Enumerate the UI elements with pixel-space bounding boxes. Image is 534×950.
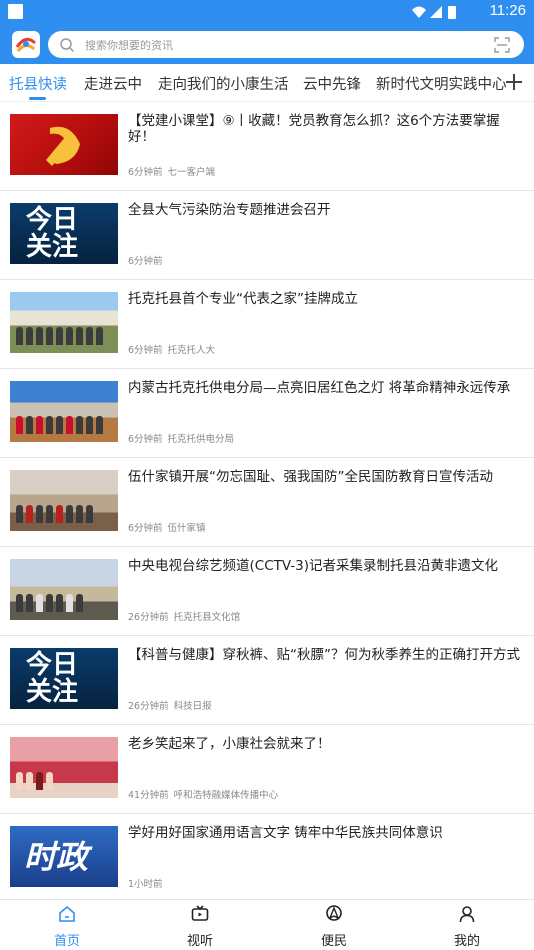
article-meta: 6分钟前 托克托供电分局 — [128, 431, 234, 445]
nav-home[interactable]: 首页 — [0, 900, 134, 950]
wifi-icon — [412, 6, 426, 18]
article-title: 老乡笑起来了，小康社会就来了！ — [128, 736, 331, 752]
thumbnail-text: 今日 关注 — [26, 650, 79, 707]
article-thumbnail — [10, 470, 118, 531]
article-meta: 6分钟前 伍什家镇 — [128, 520, 206, 534]
signal-icon — [430, 6, 442, 18]
location-icon — [326, 905, 342, 921]
news-list: 【党建小课堂】⑨丨收藏！党员教育怎么抓？这6个方法要掌握好！ 6分钟前 七一客户端… — [0, 102, 534, 903]
battery-icon — [448, 6, 456, 19]
article-thumbnail — [10, 559, 118, 620]
article-source: 托克托供电分局 — [167, 434, 235, 445]
article-thumbnail — [10, 292, 118, 353]
article-source: 呼和浩特融媒体传播中心 — [173, 790, 279, 801]
article-meta: 26分钟前 科技日报 — [128, 698, 212, 712]
article-time: 41分钟前 — [128, 790, 169, 801]
list-item[interactable]: 【党建小课堂】⑨丨收藏！党员教育怎么抓？这6个方法要掌握好！ 6分钟前 七一客户端 — [0, 102, 534, 191]
article-meta: 6分钟前 七一客户端 — [128, 164, 215, 178]
article-title: 【科普与健康】穿秋裤、贴“秋膘”？何为秋季养生的正确打开方式 — [128, 647, 520, 663]
search-bar[interactable]: 搜索你想要的资讯 — [48, 31, 524, 58]
list-item[interactable]: 伍什家镇开展“勿忘国耻、强我国防”全民国防教育日宣传活动 6分钟前 伍什家镇 — [0, 458, 534, 547]
list-item[interactable]: 今日 关注 【科普与健康】穿秋裤、贴“秋膘”？何为秋季养生的正确打开方式 26分钟… — [0, 636, 534, 725]
tab-zoujin-yunzhong[interactable]: 走进云中 — [84, 73, 142, 94]
article-meta: 6分钟前 — [128, 253, 163, 267]
nav-profile[interactable]: 我的 — [400, 900, 534, 950]
article-title: 中央电视台综艺频道(CCTV-3)记者采集录制托县沿黄非遗文化 — [128, 558, 499, 574]
search-icon — [60, 38, 75, 53]
article-source: 科技日报 — [173, 701, 212, 712]
article-title: 内蒙古托克托供电分局—点亮旧居红色之灯 将革命精神永远传承 — [128, 380, 511, 396]
nav-media[interactable]: 视听 — [133, 900, 267, 950]
article-source: 托克托人大 — [167, 345, 216, 356]
bottom-nav: 首页 视听 便民 我的 — [0, 899, 534, 950]
nav-services[interactable]: 便民 — [267, 900, 401, 950]
list-item[interactable]: 内蒙古托克托供电分局—点亮旧居红色之灯 将革命精神永远传承 6分钟前 托克托供电分… — [0, 369, 534, 458]
thumbnail-text: 今日 关注 — [26, 205, 79, 262]
list-item[interactable]: 老乡笑起来了，小康社会就来了！ 41分钟前 呼和浩特融媒体传播中心 — [0, 725, 534, 814]
status-time: 11:26 — [489, 2, 526, 19]
article-thumbnail — [10, 114, 118, 175]
article-thumbnail: 时政 — [10, 826, 118, 887]
article-meta: 6分钟前 托克托人大 — [128, 342, 215, 356]
article-thumbnail — [10, 737, 118, 798]
tab-wenming-shijian[interactable]: 新时代文明实践中心 — [376, 73, 507, 94]
article-title: 托克托县首个专业“代表之家”挂牌成立 — [128, 291, 358, 307]
article-thumbnail — [10, 381, 118, 442]
article-time: 6分钟前 — [128, 167, 163, 178]
article-source: 托克托县文化馆 — [173, 612, 241, 623]
top-bar: 搜索你想要的资讯 — [0, 24, 534, 64]
status-bar: 11:26 — [0, 0, 534, 24]
article-meta: 41分钟前 呼和浩特融媒体传播中心 — [128, 787, 278, 801]
article-title: 【党建小课堂】⑨丨收藏！党员教育怎么抓？这6个方法要掌握好！ — [128, 113, 500, 145]
user-icon — [459, 906, 475, 923]
nav-profile-label: 我的 — [453, 934, 480, 949]
list-item[interactable]: 今日 关注 全县大气污染防治专题推进会召开 6分钟前 — [0, 191, 534, 280]
article-time: 1小时前 — [128, 879, 163, 890]
channel-tabs: 托县快读 走进云中 走向我们的小康生活 云中先锋 新时代文明实践中心 — [0, 64, 534, 102]
tv-icon — [191, 905, 209, 921]
article-source: 伍什家镇 — [167, 523, 206, 534]
list-item[interactable]: 托克托县首个专业“代表之家”挂牌成立 6分钟前 托克托人大 — [0, 280, 534, 369]
article-meta: 1小时前 — [128, 876, 163, 890]
home-icon — [59, 905, 75, 922]
nav-home-label: 首页 — [53, 934, 80, 949]
tab-tuoxian-kuaidu[interactable]: 托县快读 — [9, 73, 67, 94]
article-title: 学好用好国家通用语言文字 铸牢中华民族共同体意识 — [128, 825, 443, 841]
scan-icon[interactable] — [494, 37, 510, 53]
list-item[interactable]: 时政 学好用好国家通用语言文字 铸牢中华民族共同体意识 1小时前 — [0, 814, 534, 903]
article-time: 6分钟前 — [128, 256, 163, 267]
article-time: 6分钟前 — [128, 345, 163, 356]
add-channel-icon[interactable] — [506, 74, 522, 90]
active-tab-indicator — [29, 97, 46, 100]
tab-xiaokang-shenghuo[interactable]: 走向我们的小康生活 — [158, 73, 289, 94]
article-time: 26分钟前 — [128, 612, 169, 623]
article-thumbnail: 今日 关注 — [10, 648, 118, 709]
article-title: 伍什家镇开展“勿忘国耻、强我国防”全民国防教育日宣传活动 — [128, 469, 493, 485]
article-source: 七一客户端 — [167, 167, 216, 178]
article-title: 全县大气污染防治专题推进会召开 — [128, 202, 331, 218]
article-thumbnail: 今日 关注 — [10, 203, 118, 264]
nav-services-label: 便民 — [320, 934, 347, 949]
tab-yunzhong-xianfeng[interactable]: 云中先锋 — [303, 73, 361, 94]
search-placeholder: 搜索你想要的资讯 — [85, 39, 173, 52]
thumbnail-text: 时政 — [24, 838, 89, 876]
nav-media-label: 视听 — [186, 934, 213, 949]
article-time: 6分钟前 — [128, 523, 163, 534]
article-time: 26分钟前 — [128, 701, 169, 712]
article-meta: 26分钟前 托克托县文化馆 — [128, 609, 240, 623]
notification-icon — [8, 4, 23, 19]
article-time: 6分钟前 — [128, 434, 163, 445]
app-logo[interactable] — [12, 31, 40, 58]
list-item[interactable]: 中央电视台综艺频道(CCTV-3)记者采集录制托县沿黄非遗文化 26分钟前 托克托… — [0, 547, 534, 636]
status-icons — [412, 6, 456, 19]
